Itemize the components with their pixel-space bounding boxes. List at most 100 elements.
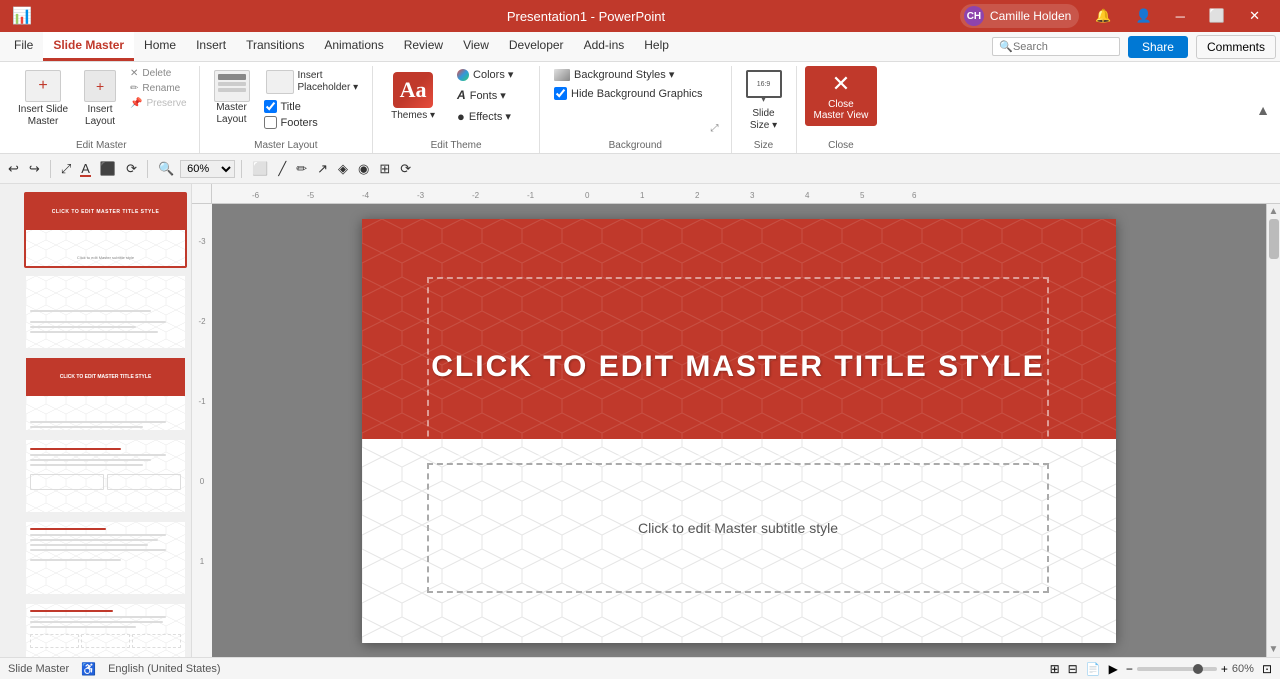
menu-transitions[interactable]: Transitions bbox=[236, 32, 314, 61]
scroll-thumb[interactable] bbox=[1269, 219, 1279, 259]
menu-animations[interactable]: Animations bbox=[314, 32, 393, 61]
minimize-button[interactable]: ─ bbox=[1168, 5, 1193, 28]
toolbar-edit-points[interactable]: ◈ bbox=[334, 159, 352, 179]
toolbar-freeform[interactable]: ✏ bbox=[292, 159, 311, 179]
toolbar-connector[interactable]: ↗ bbox=[313, 159, 332, 179]
insert-slide-master-label: Insert SlideMaster bbox=[18, 104, 68, 128]
master-layout-button[interactable]: MasterLayout bbox=[208, 66, 256, 130]
toolbar-effects[interactable]: ◉ bbox=[354, 159, 373, 179]
toolbar-highlight[interactable]: ⬛ bbox=[96, 159, 120, 179]
insert-slide-master-icon: + bbox=[25, 70, 61, 102]
user-name: Camille Holden bbox=[990, 9, 1071, 23]
footers-checkbox[interactable] bbox=[264, 116, 277, 129]
menu-review[interactable]: Review bbox=[394, 32, 453, 61]
close-window-button[interactable]: ✕ bbox=[1241, 4, 1268, 28]
ribbon-collapse-button[interactable]: ▲ bbox=[1250, 66, 1276, 153]
notification-icon[interactable]: 🔔 bbox=[1087, 4, 1119, 28]
zoom-out-button[interactable]: − bbox=[1126, 662, 1133, 676]
ribbon-group-edit-master: + Insert SlideMaster + InsertLayout bbox=[4, 66, 200, 153]
delete-button[interactable]: ✕ Delete bbox=[126, 66, 190, 81]
scroll-up-button[interactable]: ▲ bbox=[1267, 204, 1280, 219]
background-styles-button[interactable]: Background Styles ▾ bbox=[548, 66, 702, 83]
normal-view-button[interactable]: ⊞ bbox=[1050, 662, 1060, 676]
zoom-slider[interactable] bbox=[1137, 667, 1217, 671]
slide-thumbnail-3[interactable]: CLICK TO EDIT MASTER TITLE STYLE bbox=[24, 356, 187, 432]
themes-button[interactable]: Aa Themes ▾ bbox=[381, 66, 445, 127]
slide-thumbnail-6[interactable] bbox=[24, 602, 187, 657]
menu-view[interactable]: View bbox=[453, 32, 499, 61]
hide-bg-graphics-checkbox[interactable] bbox=[554, 87, 567, 100]
thumb-6-lines bbox=[30, 610, 181, 648]
preserve-button[interactable]: 📌 Preserve bbox=[126, 96, 190, 111]
menu-slide-master[interactable]: Slide Master bbox=[43, 32, 134, 61]
account-icon[interactable]: 👤 bbox=[1127, 4, 1159, 28]
ruler-vertical: -3 -2 -1 0 1 bbox=[192, 204, 212, 657]
fit-to-window-button[interactable]: ⊡ bbox=[1262, 662, 1272, 676]
search-input[interactable] bbox=[1013, 41, 1113, 53]
toolbar-arrange[interactable]: ⟳ bbox=[122, 159, 141, 179]
slide-sorter-button[interactable]: ⊟ bbox=[1068, 662, 1078, 676]
insert-slide-master-button[interactable]: + Insert SlideMaster bbox=[12, 66, 74, 132]
title-checkbox[interactable] bbox=[264, 100, 277, 113]
slide-size-button[interactable]: 16:9 ▾ SlideSize ▾ bbox=[740, 66, 788, 136]
fonts-button[interactable]: A Fonts ▾ bbox=[451, 86, 531, 104]
slide-thumbnail-1[interactable]: CLICK TO EDIT MASTER TITLE STYLE Click t… bbox=[24, 192, 187, 268]
canvas-area: -6 -5 -4 -3 -2 -1 0 1 2 3 4 5 6 bbox=[192, 184, 1280, 657]
maximize-button[interactable]: ⬜ bbox=[1201, 4, 1233, 28]
master-layout-icon bbox=[214, 70, 250, 102]
toolbar-redo[interactable]: ↪ bbox=[25, 159, 44, 179]
svg-text:-1: -1 bbox=[198, 397, 206, 406]
title-checkbox-row[interactable]: Title bbox=[264, 100, 318, 113]
menu-addins[interactable]: Add-ins bbox=[574, 32, 635, 61]
scrollbar-right[interactable]: ▲ ▼ bbox=[1266, 204, 1280, 657]
slide-canvas-wrapper: CLICK TO EDIT MASTER TITLE STYLE Click t… bbox=[212, 204, 1266, 657]
hide-bg-graphics-row[interactable]: Hide Background Graphics bbox=[548, 87, 702, 100]
effects-button[interactable]: ● Effects ▾ bbox=[451, 107, 531, 126]
toolbar-zoom[interactable]: 🔍 bbox=[154, 159, 178, 179]
svg-text:1: 1 bbox=[200, 557, 205, 566]
colors-button[interactable]: Colors ▾ bbox=[451, 66, 531, 83]
toolbar: ↩ ↪ ⤢ A ⬛ ⟳ 🔍 100%75%60% ⬜ ╱ ✏ ↗ ◈ ◉ ⊞ ⟳ bbox=[0, 154, 1280, 184]
ruler-v-svg: -3 -2 -1 0 1 bbox=[192, 204, 212, 657]
toolbar-select[interactable]: ⤢ bbox=[57, 159, 75, 179]
toolbar-align[interactable]: ⊞ bbox=[375, 159, 394, 179]
background-dialog-button[interactable]: ⤢ bbox=[707, 121, 723, 136]
svg-text:-4: -4 bbox=[362, 191, 370, 200]
zoom-in-button[interactable]: + bbox=[1221, 662, 1228, 676]
slide-title-box[interactable]: CLICK TO EDIT MASTER TITLE STYLE bbox=[427, 277, 1049, 457]
close-master-view-button[interactable]: ✕ CloseMaster View bbox=[805, 66, 878, 126]
reading-view-button[interactable]: 📄 bbox=[1086, 662, 1101, 676]
menu-help[interactable]: Help bbox=[634, 32, 679, 61]
footers-checkbox-label: Footers bbox=[281, 117, 318, 129]
toolbar-fontcolor[interactable]: A bbox=[77, 159, 94, 178]
svg-text:-3: -3 bbox=[198, 237, 206, 246]
scroll-down-button[interactable]: ▼ bbox=[1267, 642, 1280, 657]
menu-file[interactable]: File bbox=[4, 32, 43, 61]
thumb-5-lines bbox=[30, 528, 181, 561]
toolbar-undo[interactable]: ↩ bbox=[4, 159, 23, 179]
slideshow-button[interactable]: ▶ bbox=[1109, 662, 1118, 676]
slide-thumbnail-4[interactable] bbox=[24, 438, 187, 514]
menu-developer[interactable]: Developer bbox=[499, 32, 574, 61]
rename-button[interactable]: ✏ Rename bbox=[126, 81, 190, 96]
zoom-select[interactable]: 100%75%60% bbox=[180, 160, 235, 178]
menu-home[interactable]: Home bbox=[134, 32, 186, 61]
comments-button[interactable]: Comments bbox=[1196, 35, 1276, 59]
share-button[interactable]: Share bbox=[1128, 36, 1188, 58]
insert-layout-button[interactable]: + InsertLayout bbox=[78, 66, 122, 132]
slide-thumbnail-5[interactable] bbox=[24, 520, 187, 596]
search-box[interactable]: 🔍 bbox=[992, 37, 1120, 56]
ribbon-group-master-layout: MasterLayout InsertPlaceholder ▾ Title bbox=[200, 66, 374, 153]
menu-insert[interactable]: Insert bbox=[186, 32, 236, 61]
ribbon-group-size: 16:9 ▾ SlideSize ▾ Size bbox=[732, 66, 797, 153]
main-slide[interactable]: CLICK TO EDIT MASTER TITLE STYLE Click t… bbox=[362, 219, 1116, 643]
slide-thumbnail-2[interactable] bbox=[24, 274, 187, 350]
user-profile[interactable]: CH Camille Holden bbox=[960, 4, 1079, 28]
footers-checkbox-row[interactable]: Footers bbox=[264, 116, 318, 129]
slide-subtitle-box[interactable]: Click to edit Master subtitle style bbox=[427, 463, 1049, 593]
svg-text:2: 2 bbox=[695, 191, 700, 200]
insert-placeholder-button[interactable]: InsertPlaceholder ▾ bbox=[260, 66, 365, 98]
toolbar-rotate[interactable]: ⟳ bbox=[396, 159, 415, 179]
toolbar-shapes[interactable]: ⬜ bbox=[248, 159, 272, 179]
toolbar-lines[interactable]: ╱ bbox=[274, 159, 290, 179]
